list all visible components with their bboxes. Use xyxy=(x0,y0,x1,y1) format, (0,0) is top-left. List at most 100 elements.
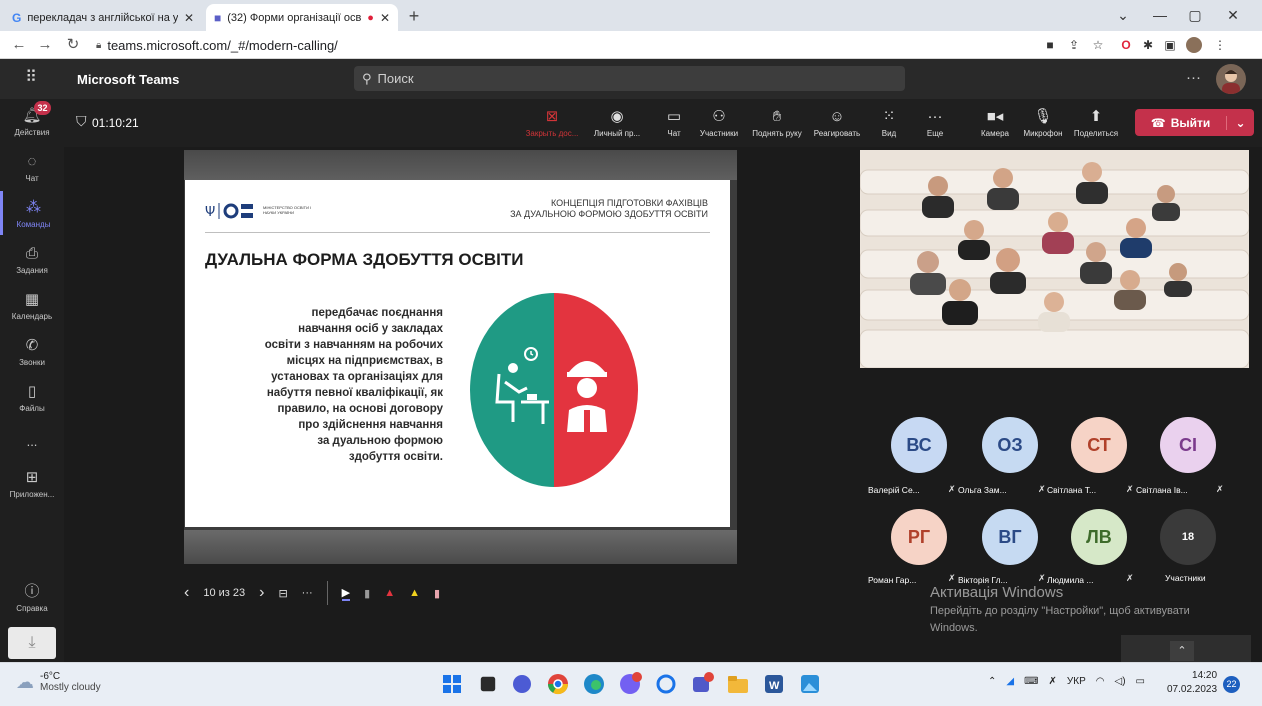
cortana-icon[interactable] xyxy=(654,672,678,696)
profile-avatar-icon[interactable] xyxy=(1186,37,1202,53)
start-icon[interactable] xyxy=(440,672,464,696)
body-line: місцях на підприємствах, в xyxy=(286,355,443,367)
laser-pen-icon[interactable]: ▮ xyxy=(364,587,370,600)
participant-avatar[interactable]: ЛВ xyxy=(1071,509,1127,565)
user-avatar[interactable] xyxy=(1216,64,1246,94)
opera-extension-icon[interactable]: O xyxy=(1118,37,1134,53)
close-icon[interactable]: ✕ xyxy=(184,11,194,25)
pointer-icon[interactable]: ▶ xyxy=(341,586,351,601)
teams-app-icon[interactable] xyxy=(690,672,714,696)
folder-icon[interactable] xyxy=(726,672,750,696)
highlighter-icon[interactable]: ▲ xyxy=(409,587,420,599)
restore-button[interactable]: ▢ xyxy=(1180,4,1210,26)
weather-widget[interactable]: ☁ -6°C Mostly cloudy xyxy=(16,671,101,693)
mic-muted-icon[interactable]: ✗ xyxy=(1049,676,1057,687)
url-field[interactable]: 🔒︎ teams.microsoft.com/_#/modern-calling… xyxy=(96,36,338,54)
search-input[interactable]: ⚲ Поиск xyxy=(354,66,905,91)
teams-chat-icon[interactable] xyxy=(510,672,534,696)
participants-button[interactable]: ⚇ Участники xyxy=(696,103,742,143)
slide-grid-icon[interactable]: ⊟ xyxy=(278,587,287,600)
more-button[interactable]: ··· Еще xyxy=(920,103,950,143)
private-view-button[interactable]: ◉ Личный пр... xyxy=(586,103,648,143)
participant-avatar[interactable]: ОЗ xyxy=(982,417,1038,473)
rail-item-teams[interactable]: ⁂ Команды xyxy=(0,191,64,235)
share-page-icon[interactable]: ⇪ xyxy=(1066,37,1082,53)
forward-button[interactable]: → xyxy=(34,35,56,55)
previous-slide-icon[interactable]: ‹ xyxy=(184,584,189,602)
rail-item-files[interactable]: ▯ Файлы xyxy=(0,375,64,419)
rail-item-chat[interactable]: ◌ Чат xyxy=(0,145,64,189)
control-label: Поделиться xyxy=(1073,129,1119,138)
share-button[interactable]: ⬆ Поделиться xyxy=(1070,103,1122,143)
google-drive-icon[interactable]: ◢ xyxy=(1006,676,1014,687)
participant-avatar[interactable]: ВС xyxy=(891,417,947,473)
stop-sharing-button[interactable]: ⊠ Закрыть дос... xyxy=(522,103,582,143)
leave-button[interactable]: ☎ Выйти ⌄ xyxy=(1135,109,1254,136)
new-tab-button[interactable]: + xyxy=(404,6,424,26)
rail-item-more[interactable]: ... xyxy=(0,419,64,463)
back-button[interactable]: ← xyxy=(8,35,30,55)
minimize-button[interactable]: — xyxy=(1145,4,1175,26)
participant-video[interactable] xyxy=(860,150,1249,368)
react-button[interactable]: ☺ Реагировать xyxy=(810,103,864,143)
side-panel-icon[interactable]: ▣ xyxy=(1162,37,1178,53)
chrome-icon[interactable] xyxy=(546,672,570,696)
tray-expand-icon[interactable]: ⌃ xyxy=(988,676,996,687)
browser-tab-translate[interactable]: G перекладач з англійської на укр ✕ xyxy=(4,4,202,31)
edge-icon[interactable] xyxy=(582,672,606,696)
dual-education-illustration xyxy=(470,293,638,487)
participant-avatar[interactable]: СТ xyxy=(1071,417,1127,473)
window-close-button[interactable]: ✕ xyxy=(1218,4,1248,26)
chevron-up-icon[interactable]: ⌃ xyxy=(1170,641,1194,661)
eraser-icon[interactable]: ▮ xyxy=(434,587,440,600)
camera-button[interactable]: ■◂ Камера xyxy=(976,103,1014,143)
keyboard-icon[interactable]: ⌨ xyxy=(1024,676,1038,687)
language-indicator[interactable]: УКР xyxy=(1067,676,1086,687)
participant-name: Світлана Ів... xyxy=(1136,485,1188,495)
app-title: Microsoft Teams xyxy=(77,72,180,87)
clock-time: 14:20 xyxy=(1192,670,1218,681)
notification-badge[interactable]: 22 xyxy=(1223,676,1240,693)
participant-avatar[interactable]: СІ xyxy=(1160,417,1216,473)
next-slide-icon[interactable]: › xyxy=(259,584,264,602)
bookmark-star-icon[interactable]: ☆ xyxy=(1090,37,1106,53)
reload-button[interactable]: ↻ xyxy=(62,35,84,55)
rail-label: Приложен... xyxy=(9,489,55,499)
photos-icon[interactable] xyxy=(798,672,822,696)
chevron-down-icon[interactable]: ⌄ xyxy=(1226,115,1254,130)
battery-icon[interactable]: ▭ xyxy=(1136,676,1145,687)
rail-item-apps[interactable]: ⊞ Приложен... xyxy=(0,461,64,505)
more-options-icon[interactable]: ··· xyxy=(1186,69,1201,86)
chat-button[interactable]: ▭ Чат xyxy=(656,103,692,143)
close-icon[interactable]: ✕ xyxy=(380,11,390,25)
microphone-button[interactable]: 🎙︎ Микрофон xyxy=(1020,103,1066,143)
participant-avatar[interactable]: РГ xyxy=(891,509,947,565)
rail-item-help[interactable]: ⓘ Справка xyxy=(0,575,64,619)
app-launcher-icon[interactable]: ⠿ xyxy=(20,67,42,89)
page-indicator: 10 из 23 xyxy=(203,587,246,599)
participant-avatar[interactable]: ВГ xyxy=(982,509,1038,565)
task-view-icon[interactable] xyxy=(480,676,496,692)
rail-item-calls[interactable]: ✆ Звонки xyxy=(0,329,64,373)
rail-item-calendar[interactable]: ▦ Календарь xyxy=(0,283,64,327)
download-icon[interactable]: ⤓ xyxy=(8,627,56,659)
tab-search-icon[interactable]: ⌄ xyxy=(1108,4,1138,26)
system-clock[interactable]: 14:20 07.02.2023 xyxy=(1167,669,1217,697)
extensions-puzzle-icon[interactable]: ✱ xyxy=(1140,37,1156,53)
view-button[interactable]: ⁙ Вид xyxy=(874,103,904,143)
browser-menu-icon[interactable]: ⋮ xyxy=(1212,37,1228,53)
raise-hand-button[interactable]: ✋︎ Поднять руку xyxy=(746,103,808,143)
volume-icon[interactable]: ◁) xyxy=(1115,676,1126,687)
rail-item-activity[interactable]: 🔔︎ Действия xyxy=(0,99,64,143)
red-pen-icon[interactable]: ▲ xyxy=(384,587,395,599)
participants-overflow-button[interactable]: 18 xyxy=(1160,509,1216,565)
rail-item-assignments[interactable]: ⎙ Задания xyxy=(0,237,64,281)
more-icon[interactable]: ··· xyxy=(302,587,313,599)
wifi-icon[interactable]: ◠ xyxy=(1096,676,1105,687)
browser-tab-teams[interactable]: ■ (32) Форми організації осві ● ✕ xyxy=(206,4,398,31)
word-icon[interactable]: W xyxy=(762,672,786,696)
viber-icon[interactable] xyxy=(618,672,642,696)
google-icon: G xyxy=(12,10,22,25)
mic-off-icon: ✗ xyxy=(1126,573,1134,583)
camera-indicator-icon[interactable]: ■ xyxy=(1042,37,1058,53)
